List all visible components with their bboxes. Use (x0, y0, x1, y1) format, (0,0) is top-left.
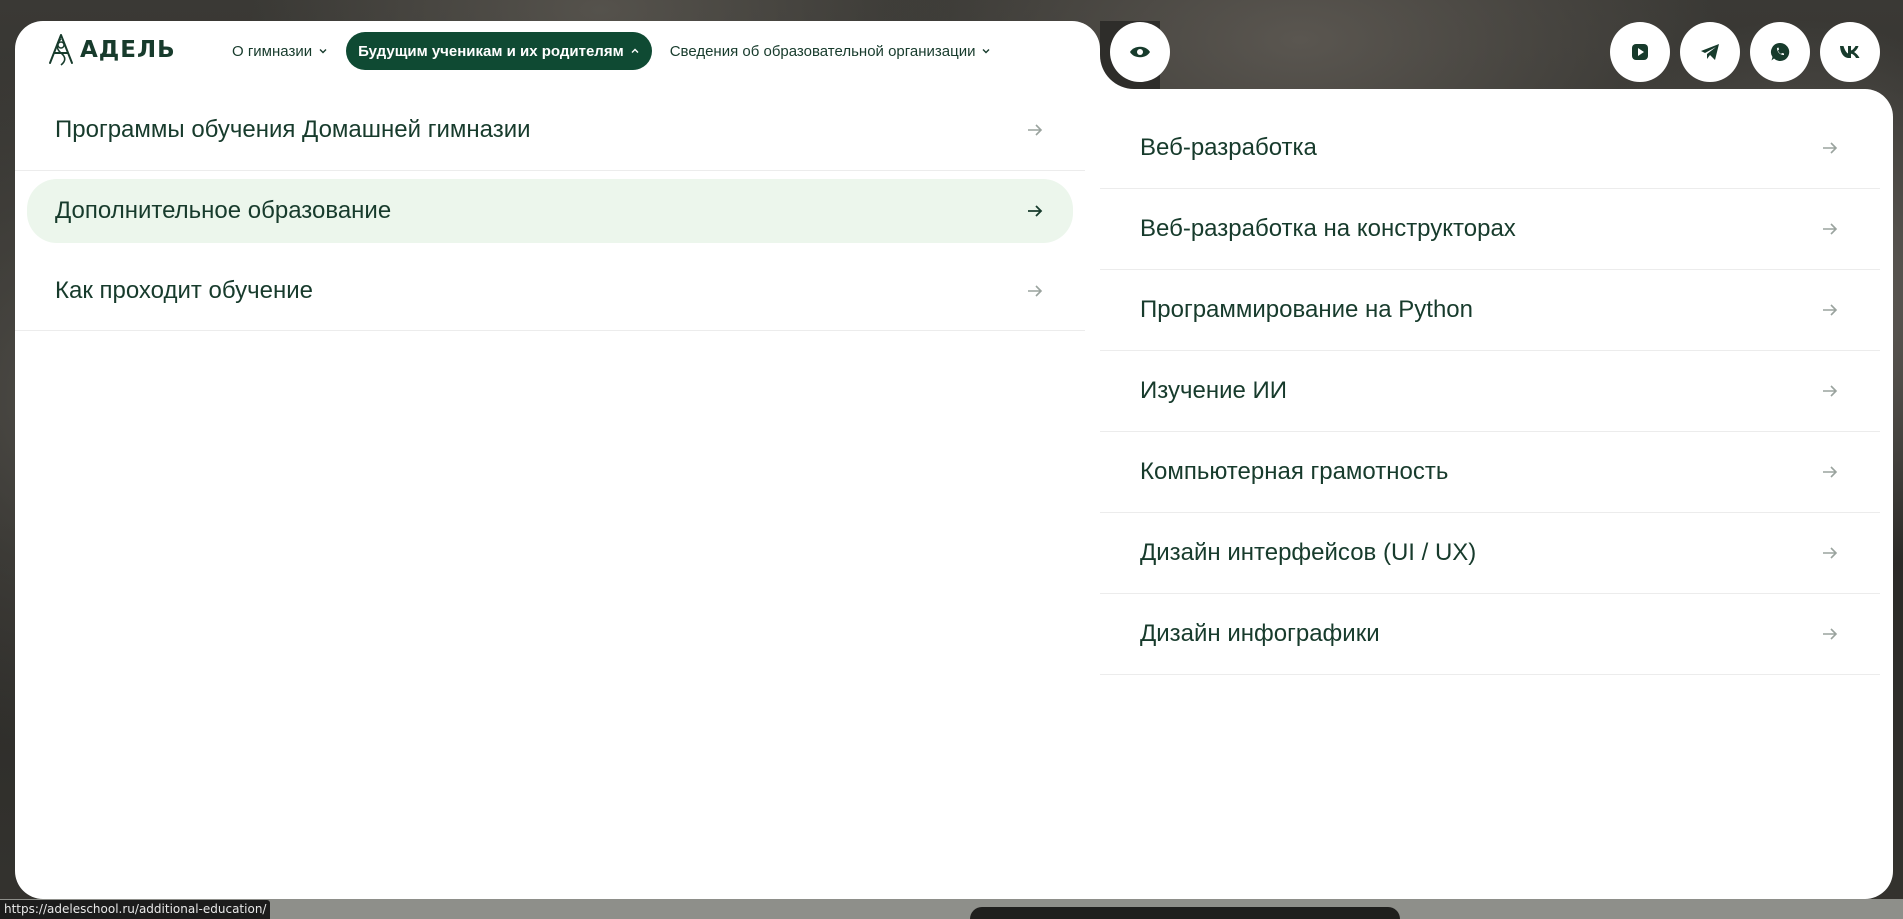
rutube-button[interactable] (1610, 22, 1670, 82)
main-nav: О гимназии Будущим ученикам и их родител… (220, 32, 1003, 70)
status-bar-url: https://adeleschool.ru/additional-educat… (0, 900, 271, 919)
whatsapp-icon (1770, 42, 1790, 61)
vk-icon (1840, 46, 1860, 58)
nav-item-label: О гимназии (232, 42, 313, 60)
submenu-additional-education: Веб-разработка Веб-разработка на констру… (1100, 108, 1880, 675)
menu-item-additional-education[interactable]: Дополнительное образование (15, 171, 1085, 251)
chevron-up-icon (631, 48, 639, 53)
nav-item-organization-info[interactable]: Сведения об образовательной организации (658, 32, 1004, 70)
course-item-ai[interactable]: Изучение ИИ (1100, 351, 1880, 432)
menu-item-label: Программы обучения Домашней гимназии (55, 115, 531, 143)
course-item-label: Дизайн инфографики (1140, 620, 1380, 647)
nav-item-label: Будущим ученикам и их родителям (358, 42, 624, 60)
course-item-web-dev-builders[interactable]: Веб-разработка на конструкторах (1100, 189, 1880, 270)
course-item-label: Веб-разработка на конструкторах (1140, 215, 1516, 242)
course-item-label: Компьютерная грамотность (1140, 458, 1449, 485)
arrow-right-icon (1823, 223, 1838, 235)
whatsapp-button[interactable] (1750, 22, 1810, 82)
menu-item-how-learning-works[interactable]: Как проходит обучение (15, 251, 1085, 331)
telegram-icon (1701, 44, 1719, 60)
nav-item-future-students[interactable]: Будущим ученикам и их родителям (346, 32, 652, 70)
arrow-right-icon (1823, 628, 1838, 640)
telegram-button[interactable] (1680, 22, 1740, 82)
nav-item-label: Сведения об образовательной организации (669, 42, 976, 60)
arrow-right-icon (1823, 466, 1838, 478)
menu-item-label: Как проходит обучение (55, 276, 313, 304)
course-item-label: Программирование на Python (1140, 296, 1473, 323)
vk-button[interactable] (1820, 22, 1880, 82)
course-item-ui-ux[interactable]: Дизайн интерфейсов (UI / UX) (1100, 513, 1880, 594)
submenu-future-students: Программы обучения Домашней гимназии Доп… (15, 89, 1085, 331)
arrow-right-icon (1823, 385, 1838, 397)
rutube-icon (1632, 44, 1648, 60)
logo-text: АДЕЛЬ (80, 37, 176, 63)
course-item-web-dev[interactable]: Веб-разработка (1100, 108, 1880, 189)
arrow-right-icon (1823, 142, 1838, 154)
course-item-label: Дизайн интерфейсов (UI / UX) (1140, 539, 1477, 566)
eye-icon (1130, 46, 1150, 58)
bottom-strip (0, 899, 1903, 919)
chevron-down-icon (982, 49, 990, 54)
menu-item-programs[interactable]: Программы обучения Домашней гимназии (15, 89, 1085, 171)
site-logo[interactable]: АДЕЛЬ (46, 32, 176, 68)
menu-item-label: Дополнительное образование (55, 197, 392, 224)
course-item-label: Изучение ИИ (1140, 377, 1288, 404)
bottom-tab (970, 907, 1400, 919)
course-item-computer-literacy[interactable]: Компьютерная грамотность (1100, 432, 1880, 513)
arrow-right-icon (1028, 123, 1043, 136)
chevron-down-icon (319, 49, 327, 54)
arrow-right-icon (1823, 304, 1838, 316)
arrow-right-icon (1028, 205, 1043, 217)
arrow-right-icon (1823, 547, 1838, 559)
course-item-infographics[interactable]: Дизайн инфографики (1100, 594, 1880, 675)
logo-mark-icon (49, 34, 73, 66)
course-item-python[interactable]: Программирование на Python (1100, 270, 1880, 351)
nav-item-about[interactable]: О гимназии (220, 32, 340, 70)
course-item-label: Веб-разработка (1140, 134, 1317, 161)
arrow-right-icon (1028, 284, 1043, 297)
accessibility-button[interactable] (1110, 22, 1170, 82)
